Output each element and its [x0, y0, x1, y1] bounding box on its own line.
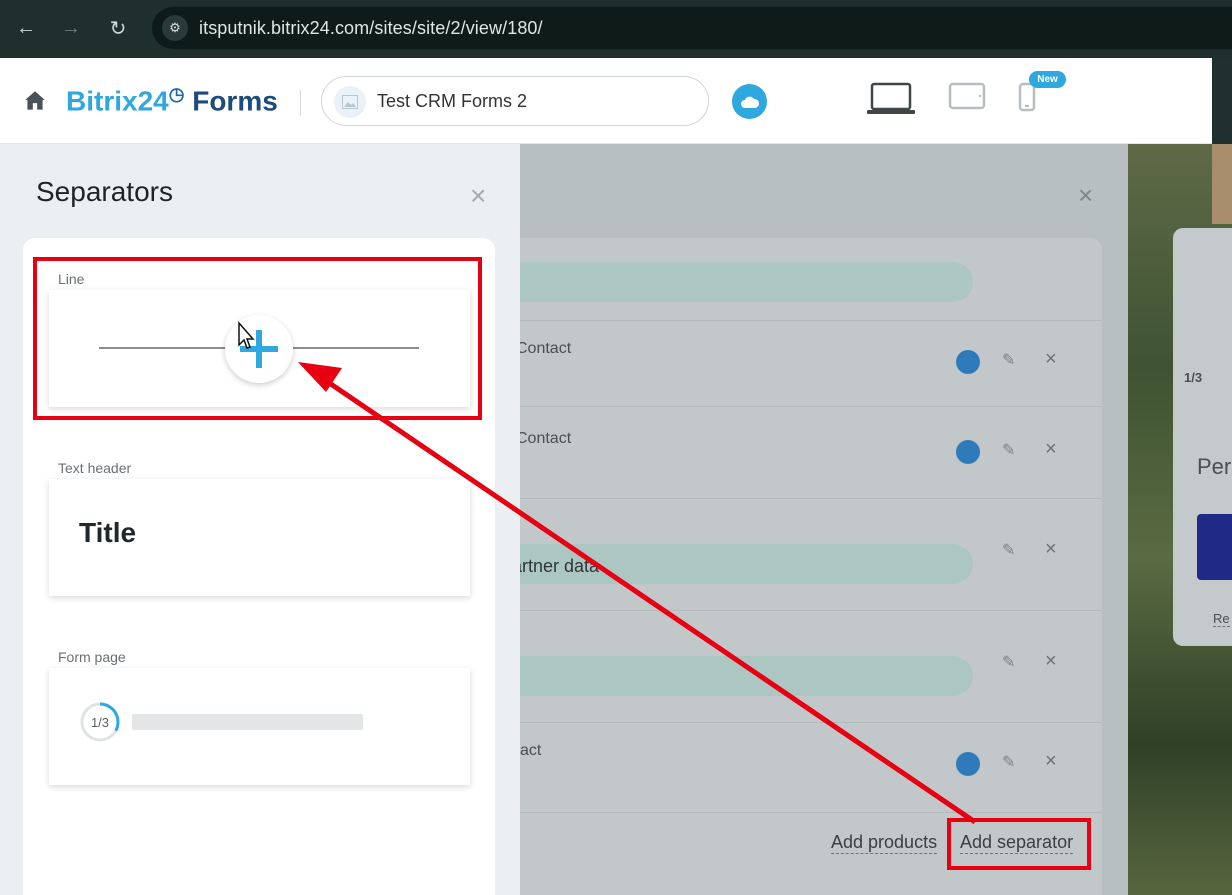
remove-icon: ×: [1045, 650, 1057, 672]
field-label: artner data: [520, 556, 600, 576]
user-search-icon: [956, 752, 980, 776]
preview-text: Per: [1197, 454, 1232, 479]
forward-icon[interactable]: →: [57, 14, 85, 42]
tablet-view-icon[interactable]: [948, 82, 986, 110]
background-editor: × Contact ✎ × Contact ✎ × artner data ✎ …: [520, 144, 1232, 895]
page-progress-ring: 1/3: [80, 702, 120, 742]
address-bar[interactable]: ⚙ itsputnik.bitrix24.com/sites/site/2/vi…: [152, 7, 1232, 49]
preview-button: [1197, 514, 1232, 580]
edit-icon: ✎: [1002, 754, 1016, 771]
add-products-link: Add products: [831, 832, 938, 854]
row-divider: [520, 406, 1102, 407]
row-divider: [520, 320, 1102, 321]
form-preview-card: 1/3 Per Re: [1173, 228, 1232, 646]
logo-product: Forms: [192, 85, 278, 117]
preview-page-counter: 1/3: [1184, 370, 1203, 385]
page-counter: 1/3: [91, 715, 109, 730]
reload-icon[interactable]: ↻: [104, 14, 132, 42]
browser-toolbar: ← → ↻ ⚙ itsputnik.bitrix24.com/sites/sit…: [0, 0, 1232, 58]
edit-icon: ✎: [1002, 654, 1016, 671]
logo[interactable]: Bitrix24◷ Forms: [66, 84, 278, 117]
remove-icon: ×: [1045, 438, 1057, 460]
row-divider: [520, 498, 1102, 499]
form-name-field[interactable]: Test CRM Forms 2: [321, 76, 709, 126]
separator-text-header-card[interactable]: Title: [49, 479, 470, 596]
close-icon[interactable]: ×: [470, 182, 486, 210]
site-settings-icon[interactable]: ⚙: [162, 15, 188, 41]
preview-background: [1212, 144, 1232, 224]
row-divider: [520, 722, 1102, 723]
url-text: itsputnik.bitrix24.com/sites/site/2/view…: [199, 18, 543, 38]
form-name: Test CRM Forms 2: [377, 91, 528, 111]
row-divider: [520, 812, 1102, 813]
edit-icon: ✎: [1002, 542, 1016, 559]
close-icon: ×: [1078, 180, 1094, 210]
fields-card: Contact ✎ × Contact ✎ × artner data ✎ × …: [520, 238, 1102, 895]
remove-icon: ×: [1045, 538, 1057, 560]
image-icon: [334, 86, 366, 118]
title-preview: Title: [79, 517, 137, 548]
field-label: Contact: [520, 430, 572, 447]
clock-icon: ◷: [168, 84, 185, 104]
preview-link: Re: [1213, 611, 1230, 627]
remove-icon: ×: [1045, 348, 1057, 370]
app-header: Bitrix24◷ Forms Test CRM Forms 2 New: [0, 58, 1212, 144]
cloud-save-button[interactable]: [732, 84, 767, 119]
remove-icon: ×: [1045, 750, 1057, 772]
highlight-add-separator-box: [947, 818, 1091, 870]
desktop-view-icon[interactable]: [866, 82, 916, 116]
page-title-placeholder: [132, 714, 363, 730]
separator-label: Text header: [58, 460, 132, 476]
cloud-icon: [740, 96, 759, 108]
highlight-line-box: [33, 257, 482, 420]
panel-title: Separators: [36, 176, 173, 207]
field-pill: [520, 262, 973, 302]
logo-brand: Bitrix24: [66, 85, 169, 117]
edit-icon: ✎: [1002, 352, 1016, 369]
back-icon[interactable]: ←: [12, 14, 40, 42]
edit-icon: ✎: [1002, 442, 1016, 459]
home-icon[interactable]: [22, 88, 48, 114]
user-search-icon: [956, 350, 980, 374]
new-badge: New: [1029, 71, 1066, 88]
row-divider: [520, 610, 1102, 611]
separator-label: Form page: [58, 649, 126, 665]
field-label: Contact: [520, 340, 572, 357]
user-search-icon: [956, 440, 980, 464]
separator-form-page-card[interactable]: 1/3: [49, 668, 470, 785]
fields-panel: × Contact ✎ × Contact ✎ × artner data ✎ …: [520, 144, 1128, 895]
field-label: act: [520, 742, 542, 759]
field-pill: [520, 656, 973, 696]
divider: [300, 90, 301, 116]
